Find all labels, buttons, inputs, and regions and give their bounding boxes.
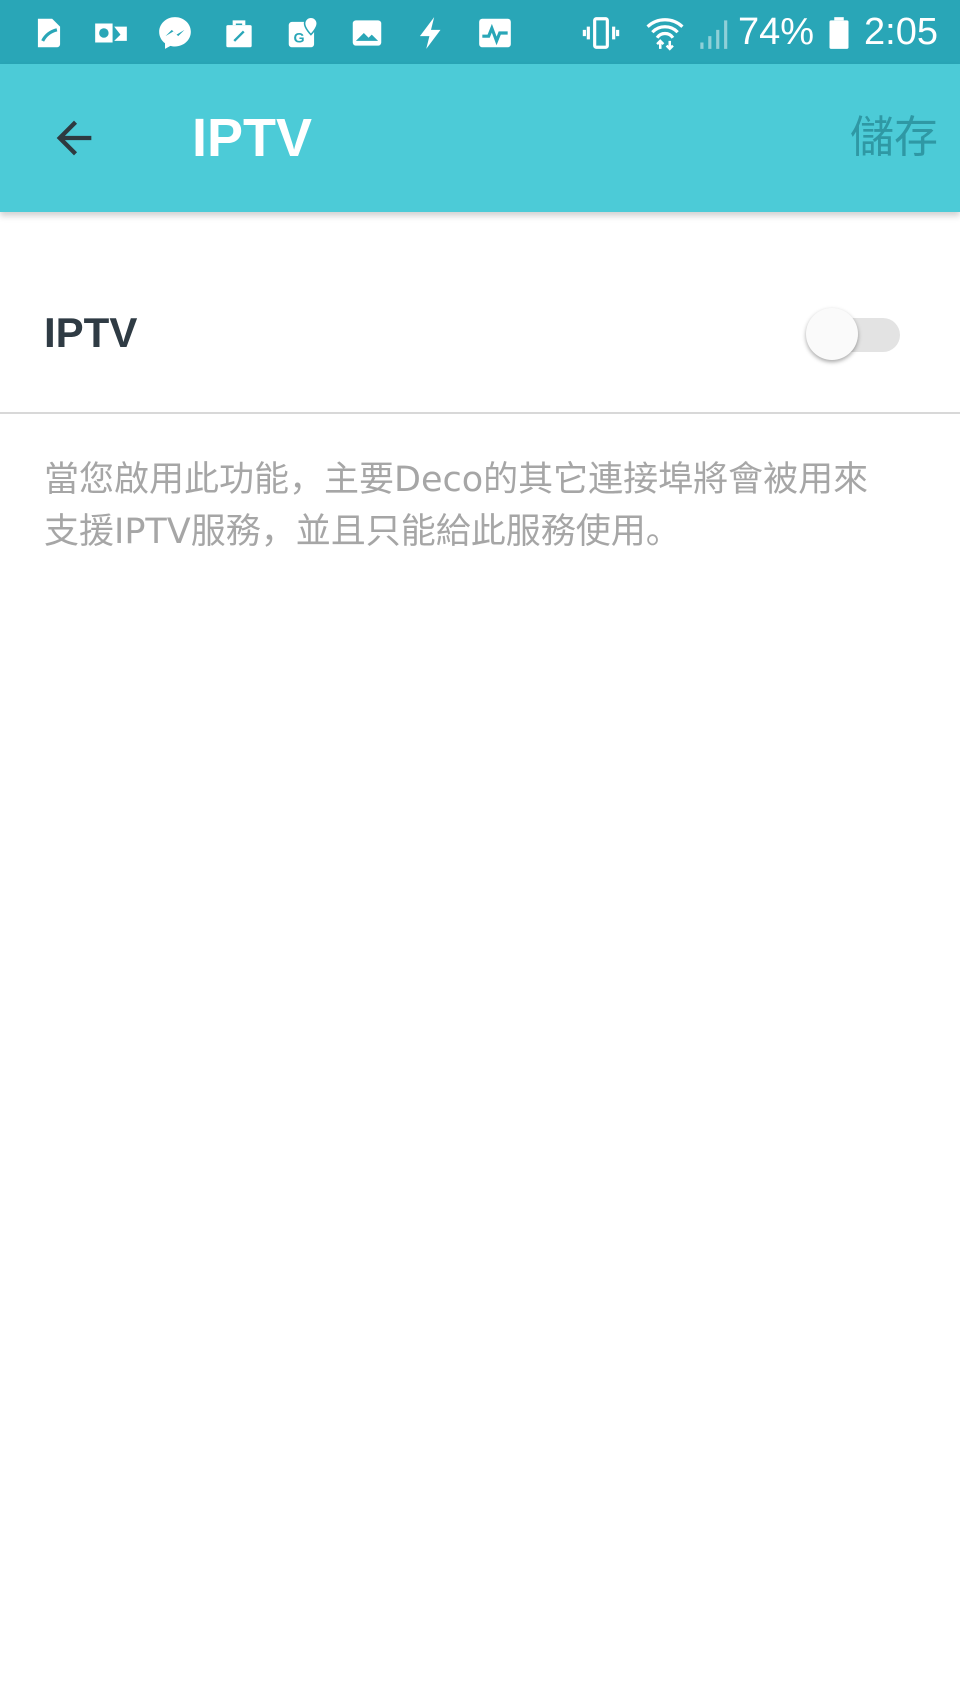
description-line-2: 支援IPTV服務，並且只能給此服務使用。 [44, 512, 681, 552]
vibrate-icon [582, 14, 620, 52]
document-icon [30, 14, 68, 52]
toggle-thumb [806, 308, 858, 360]
maps-icon: G [284, 14, 322, 52]
activity-icon [476, 14, 514, 52]
app-bar: IPTV 儲存 [0, 64, 960, 212]
description-line-1: 當您啟用此功能，主要Deco的其它連接埠將會被用來 [44, 460, 869, 500]
shopping-bag-icon [220, 14, 258, 52]
wifi-icon [646, 14, 684, 52]
screen: G 74% 2:05 IPTV 儲存 IPTV 當您啟用此功能，主要Deco的其… [0, 0, 960, 1706]
clock: 2:05 [864, 11, 938, 53]
page-title: IPTV [192, 108, 313, 168]
flash-icon [412, 14, 450, 52]
gallery-icon [348, 14, 386, 52]
battery-icon [820, 14, 858, 52]
save-button[interactable]: 儲存 [850, 110, 938, 166]
iptv-description: 當您啟用此功能，主要Deco的其它連接埠將會被用來 支援IPTV服務，並且只能給… [44, 454, 924, 558]
outlook-icon [92, 14, 130, 52]
messenger-icon [156, 14, 194, 52]
iptv-setting-label: IPTV [44, 309, 138, 356]
cell-signal-icon [694, 14, 732, 52]
arrow-back-icon [56, 120, 92, 156]
iptv-setting-row: IPTV [0, 212, 960, 414]
iptv-toggle[interactable] [806, 308, 900, 360]
battery-percent: 74% [738, 11, 815, 53]
back-button[interactable] [30, 104, 118, 172]
status-bar: G 74% 2:05 [0, 0, 960, 64]
svg-text:G: G [294, 30, 305, 46]
